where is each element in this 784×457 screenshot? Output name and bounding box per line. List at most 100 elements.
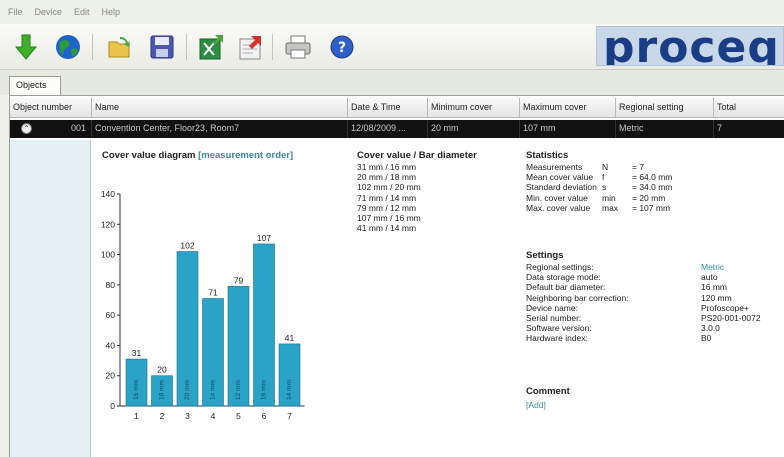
download-button[interactable] <box>10 32 42 62</box>
cell-regional-setting: Metric <box>616 120 714 138</box>
cell-total: 7 <box>714 120 784 138</box>
logo-text: proceq <box>603 26 780 66</box>
statistics-title: Statistics <box>526 150 569 161</box>
x-tick-label: 2 <box>160 411 165 421</box>
x-tick-label: 3 <box>185 411 190 421</box>
x-tick-label: 1 <box>134 411 139 421</box>
y-tick-label: 140 <box>101 189 115 199</box>
save-icon <box>150 35 174 59</box>
setting-label: Software version: <box>526 323 592 334</box>
y-tick-label: 0 <box>110 401 115 411</box>
bar-value-label: 107 <box>257 233 271 243</box>
stat-value: = 7 <box>632 162 645 172</box>
header-minimum-cover[interactable]: Minimum cover <box>428 98 520 118</box>
stat-value: = 20 mm <box>632 192 666 203</box>
cell-maximum-cover: 107 mm <box>520 120 616 138</box>
bar-value-label: 20 <box>157 365 167 375</box>
settings-title: Settings <box>526 250 564 261</box>
cell-minimum-cover: 20 mm <box>428 120 520 138</box>
print-button[interactable] <box>282 32 314 62</box>
bar-diameter-label: 16 mm <box>133 380 140 400</box>
stat-label: Measurements <box>526 162 583 172</box>
add-comment-link[interactable]: [Add] <box>526 400 546 410</box>
setting-value: Metric <box>701 262 725 272</box>
bar-diameter-label: 20 mm <box>184 380 191 400</box>
stat-symbol: f <box>602 172 605 183</box>
setting-value: B0 <box>701 333 712 344</box>
stat-value: = 34.0 mm <box>632 182 673 193</box>
proceq-logo: proceq <box>596 26 784 66</box>
stat-symbol: max <box>602 202 619 213</box>
setting-label: Data storage mode: <box>526 272 601 283</box>
x-tick-label: 5 <box>236 411 241 421</box>
open-folder-icon <box>108 37 130 58</box>
header-date-time[interactable]: Date & Time <box>348 98 428 118</box>
collapse-icon[interactable]: ⌃ <box>21 123 32 134</box>
bar-value-label: 102 <box>180 241 194 251</box>
measurement-order-link[interactable]: [measurement order] <box>198 150 293 161</box>
download-icon <box>14 34 38 60</box>
menu-edit[interactable]: Edit <box>74 7 90 17</box>
bar-value-label: 79 <box>234 275 244 285</box>
header-regional-setting[interactable]: Regional setting <box>616 98 714 118</box>
cover-list-item: 107 mm / 16 mm <box>357 213 421 224</box>
save-button[interactable] <box>146 32 178 62</box>
menu-file[interactable]: File <box>8 7 23 17</box>
stat-value: = 64.0 mm <box>632 172 673 183</box>
menu-device[interactable]: Device <box>35 7 63 17</box>
menu-help[interactable]: Help <box>102 7 121 17</box>
y-tick-label: 40 <box>106 340 116 350</box>
setting-label: Regional settings: <box>526 262 594 272</box>
cover-list-item: 79 mm / 12 mm <box>357 202 417 213</box>
setting-label: Neighboring bar correction: <box>526 292 629 303</box>
setting-value: 16 mm <box>701 282 727 293</box>
export-excel-icon <box>199 35 223 60</box>
cover-list-title: Cover value / Bar diameter <box>357 150 477 161</box>
bar-value-label: 31 <box>132 348 142 358</box>
bar-value-label: 71 <box>208 287 218 297</box>
tab-strip: Objects <box>0 70 784 95</box>
cover-list-item: 71 mm / 14 mm <box>357 192 417 203</box>
globe-button[interactable] <box>52 32 84 62</box>
setting-label: Device name: <box>526 302 578 313</box>
settings-list: Regional settings: Metric Data storage mo… <box>526 262 761 344</box>
cover-list-item: 41 mm / 14 mm <box>357 223 417 234</box>
tab-objects[interactable]: Objects <box>9 76 61 95</box>
setting-label: Serial number: <box>526 313 582 324</box>
table-row[interactable]: ⌃ 001 Convention Center, Floor23, Room7 … <box>10 120 784 138</box>
cell-name: Convention Center, Floor23, Room7 <box>92 120 348 138</box>
cover-list: 31 mm / 16 mm 20 mm / 18 mm 102 mm / 20 … <box>357 162 421 233</box>
cover-list-item: 20 mm / 18 mm <box>357 172 417 183</box>
export-pdf-button[interactable] <box>236 32 268 62</box>
header-maximum-cover[interactable]: Maximum cover <box>520 98 616 118</box>
cell-object-number: 001 <box>68 120 92 138</box>
chart-title-text: Cover value diagram <box>102 150 196 161</box>
header-total[interactable]: Total <box>714 98 784 118</box>
setting-value: Profoscope+ <box>701 302 749 313</box>
bar-diameter-label: 14 mm <box>210 380 217 400</box>
bar-diameter-label: 18 mm <box>159 380 166 400</box>
stat-symbol: s <box>602 182 607 193</box>
header-name[interactable]: Name <box>92 98 348 118</box>
stat-symbol: min <box>602 192 616 203</box>
chart-title: Cover value diagram [measurement order] <box>102 150 293 161</box>
y-tick-label: 20 <box>106 371 116 381</box>
stat-label: Standard deviation <box>526 182 597 193</box>
export-pdf-icon <box>239 36 261 60</box>
header-object-number[interactable]: Object number <box>10 98 92 118</box>
menu-bar: File Device Edit Help <box>0 0 784 24</box>
y-tick-label: 80 <box>106 280 116 290</box>
objects-panel: Object number Name Date & Time Minimum c… <box>9 95 784 457</box>
setting-value: 120 mm <box>701 292 732 303</box>
help-button[interactable]: ? <box>326 32 358 62</box>
open-button[interactable] <box>104 32 136 62</box>
bar-diameter-label: 14 mm <box>286 380 293 400</box>
globe-icon <box>56 35 80 59</box>
bar-diameter-label: 16 mm <box>261 380 268 400</box>
stat-symbol: N <box>602 162 609 172</box>
export-excel-button[interactable] <box>196 32 228 62</box>
bar-value-label: 41 <box>285 333 295 343</box>
svg-text:?: ? <box>338 40 346 56</box>
setting-label: Hardware index: <box>526 333 588 344</box>
x-tick-label: 7 <box>287 411 292 421</box>
